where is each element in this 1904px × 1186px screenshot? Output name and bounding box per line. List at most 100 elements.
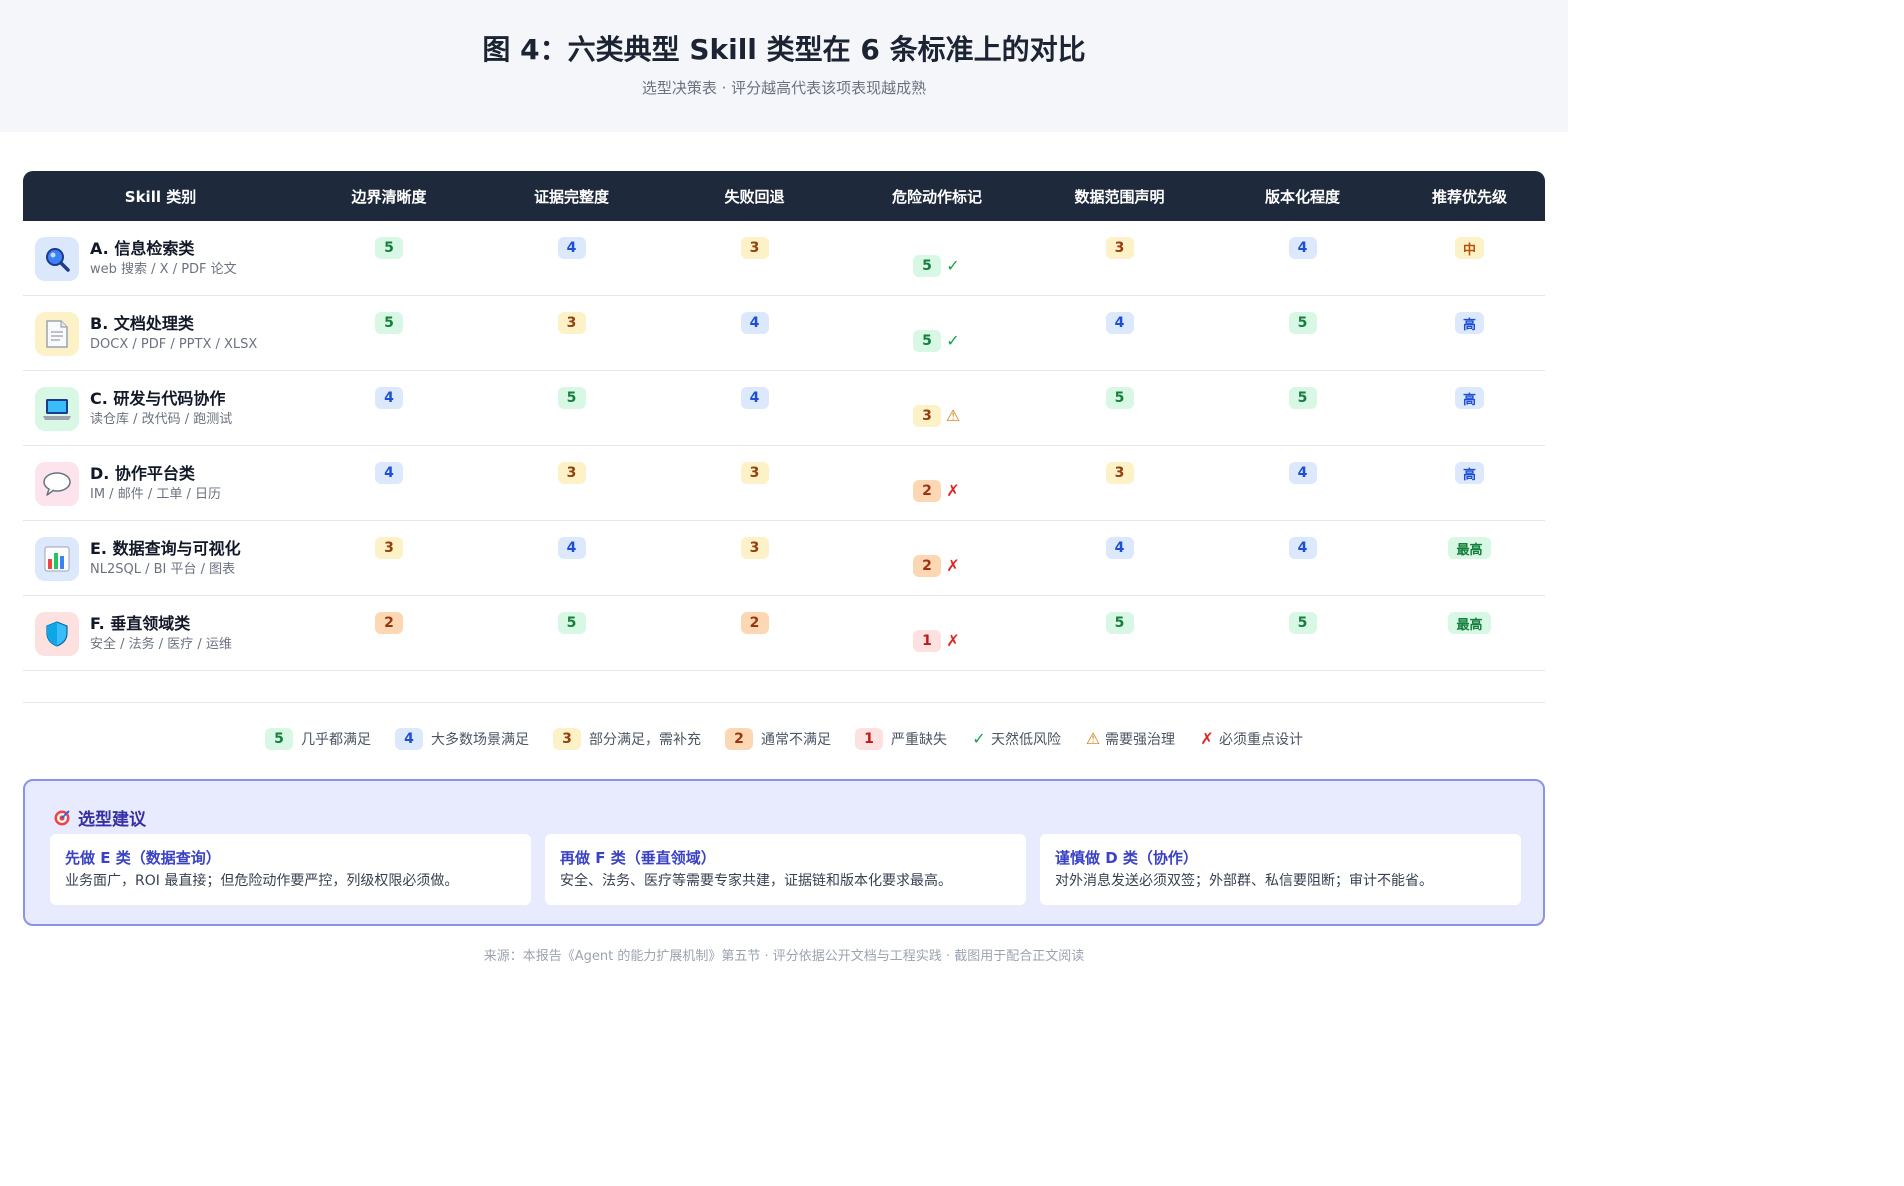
- advice-title: 选型建议: [78, 810, 146, 830]
- priority-cell: 中: [1394, 221, 1545, 295]
- legend-mark-icon: ⚠: [1085, 729, 1101, 748]
- danger-cell: 2 ✗: [846, 446, 1028, 520]
- column-header: 证据完整度: [533, 187, 609, 206]
- score-badge: 5: [1288, 312, 1317, 334]
- skill-desc: 读仓库 / 改代码 / 跑测试: [90, 412, 233, 427]
- advice-heading: 选型建议: [53, 805, 146, 830]
- score-badge: 3: [740, 462, 769, 484]
- score-badge: 5: [913, 330, 941, 352]
- score-cell: 5: [298, 296, 480, 370]
- score-badge: 3: [375, 537, 403, 559]
- skill-name: C. 研发与代码协作: [90, 389, 226, 408]
- score-cell: 5: [480, 596, 663, 670]
- score-badge: 4: [375, 387, 403, 409]
- danger-cell: 5 ✓: [846, 296, 1028, 370]
- legend-label: 严重缺失: [891, 732, 947, 748]
- legend-item: 2 通常不满足: [725, 728, 831, 750]
- score-cell: 4: [1028, 521, 1211, 595]
- score-badge: 5: [1288, 612, 1317, 634]
- column-header: 版本化程度: [1264, 187, 1340, 206]
- score-cell: 4: [480, 221, 663, 295]
- table-row: B. 文档处理类 DOCX / PDF / PPTX / XLSX 5 3 4 5 ✓ 4 5 高: [23, 296, 1545, 371]
- priority-cell: 高: [1394, 296, 1545, 370]
- score-badge: 4: [375, 462, 403, 484]
- advice-card-title: 谨慎做 D 类（协作）: [1055, 849, 1198, 867]
- divider: [23, 702, 1545, 703]
- score-badge: 3: [557, 462, 586, 484]
- score-cell: 5: [1211, 296, 1394, 370]
- score-badge: 4: [1288, 537, 1317, 559]
- advice-cards: 先做 E 类（数据查询） 业务面广，ROI 最直接；但危险动作要严控，列级权限必…: [50, 834, 1535, 905]
- table-body: A. 信息检索类 web 搜索 / X / PDF 论文 5 4 3 5 ✓ 3 4 中 B. 文档…: [23, 221, 1545, 671]
- skill-desc: IM / 邮件 / 工单 / 日历: [90, 487, 221, 502]
- score-badge: 1: [913, 630, 941, 652]
- column-header: 推荐优先级: [1431, 187, 1507, 206]
- column-header: 危险动作标记: [891, 187, 982, 206]
- score-cell: 3: [298, 521, 480, 595]
- advice-card: 再做 F 类（垂直领域） 安全、法务、医疗等需要专家共建，证据链和版本化要求最高…: [545, 834, 1026, 905]
- legend-item: 5 几乎都满足: [265, 728, 371, 750]
- score-cell: 4: [663, 371, 846, 445]
- legend-item: 1 严重缺失: [855, 728, 947, 750]
- score-badge: 5: [1105, 387, 1134, 409]
- table-header: Skill 类别 边界清晰度 证据完整度 失败回退 危险动作标记 数据范围声明 …: [23, 171, 1545, 221]
- comparison-table: Skill 类别 边界清晰度 证据完整度 失败回退 危险动作标记 数据范围声明 …: [23, 171, 1545, 671]
- score-cell: 3: [663, 221, 846, 295]
- priority-badge: 高: [1454, 462, 1484, 484]
- danger-mark-icon: ✗: [946, 631, 960, 650]
- score-badge: 2: [740, 612, 769, 634]
- advice-card: 先做 E 类（数据查询） 业务面广，ROI 最直接；但危险动作要严控，列级权限必…: [50, 834, 531, 905]
- table-row: C. 研发与代码协作 读仓库 / 改代码 / 跑测试 4 5 4 3 ⚠ 5 5 高: [23, 371, 1545, 446]
- skill-cell: A. 信息检索类 web 搜索 / X / PDF 论文: [23, 221, 298, 281]
- legend-badge: 4: [395, 728, 423, 750]
- score-cell: 3: [1028, 446, 1211, 520]
- score-cell: 4: [1211, 446, 1394, 520]
- score-cell: 5: [1211, 596, 1394, 670]
- score-badge: 3: [1105, 462, 1134, 484]
- score-badge: 3: [557, 312, 586, 334]
- score-cell: 3: [1028, 221, 1211, 295]
- skill-desc: 安全 / 法务 / 医疗 / 运维: [90, 637, 232, 652]
- score-badge: 4: [1288, 462, 1317, 484]
- skill-name: D. 协作平台类: [90, 464, 195, 483]
- table-row: E. 数据查询与可视化 NL2SQL / BI 平台 / 图表 3 4 3 2 ✗ 4 4 最高: [23, 521, 1545, 596]
- source-note: 来源：本报告《Agent 的能力扩展机制》第五节 · 评分依据公开文档与工程实践…: [483, 949, 1085, 964]
- legend: 5 几乎都满足 4 大多数场景满足 3 部分满足，需补充 2 通常不满足 1 严重缺失 ✓ 天然低风险…: [0, 728, 1568, 750]
- legend-mark-icon: ✗: [1200, 729, 1214, 748]
- danger-mark-icon: ✗: [946, 556, 960, 575]
- score-cell: 4: [1211, 221, 1394, 295]
- legend-label: 通常不满足: [761, 732, 831, 748]
- danger-cell: 1 ✗: [846, 596, 1028, 670]
- table-row: D. 协作平台类 IM / 邮件 / 工单 / 日历 4 3 3 2 ✗ 3 4 高: [23, 446, 1545, 521]
- score-badge: 5: [375, 237, 403, 259]
- advice-card-text: 安全、法务、医疗等需要专家共建，证据链和版本化要求最高。: [560, 873, 952, 889]
- advice-card-text: 业务面广，ROI 最直接；但危险动作要严控，列级权限必须做。: [65, 873, 459, 889]
- danger-cell: 5 ✓: [846, 221, 1028, 295]
- target-icon: [54, 809, 70, 825]
- advice-card: 谨慎做 D 类（协作） 对外消息发送必须双签；外部群、私信要阻断；审计不能省。: [1040, 834, 1521, 905]
- legend-label: 几乎都满足: [301, 732, 371, 748]
- bar-chart-icon: [35, 537, 79, 581]
- score-cell: 3: [663, 446, 846, 520]
- legend-item: 4 大多数场景满足: [395, 728, 529, 750]
- magnifier-icon: [35, 237, 79, 281]
- legend-label: 大多数场景满足: [431, 732, 529, 748]
- page-title: 图 4：六类典型 Skill 类型在 6 条标准上的对比: [482, 33, 1086, 66]
- score-cell: 4: [298, 446, 480, 520]
- score-cell: 3: [480, 446, 663, 520]
- score-badge: 3: [913, 405, 941, 427]
- score-badge: 4: [1105, 537, 1134, 559]
- score-badge: 5: [557, 612, 586, 634]
- header: 图 4：六类典型 Skill 类型在 6 条标准上的对比 选型决策表 · 评分越…: [0, 0, 1568, 132]
- score-cell: 2: [663, 596, 846, 670]
- score-badge: 3: [740, 537, 769, 559]
- table-row: F. 垂直领域类 安全 / 法务 / 医疗 / 运维 2 5 2 1 ✗ 5 5 最高: [23, 596, 1545, 671]
- skill-cell: E. 数据查询与可视化 NL2SQL / BI 平台 / 图表: [23, 521, 298, 581]
- score-cell: 5: [1028, 371, 1211, 445]
- score-cell: 4: [663, 296, 846, 370]
- document-icon: [35, 312, 79, 356]
- skill-desc: web 搜索 / X / PDF 论文: [90, 262, 237, 277]
- skill-name: E. 数据查询与可视化: [90, 539, 241, 558]
- score-badge: 5: [1105, 612, 1134, 634]
- score-badge: 4: [740, 312, 769, 334]
